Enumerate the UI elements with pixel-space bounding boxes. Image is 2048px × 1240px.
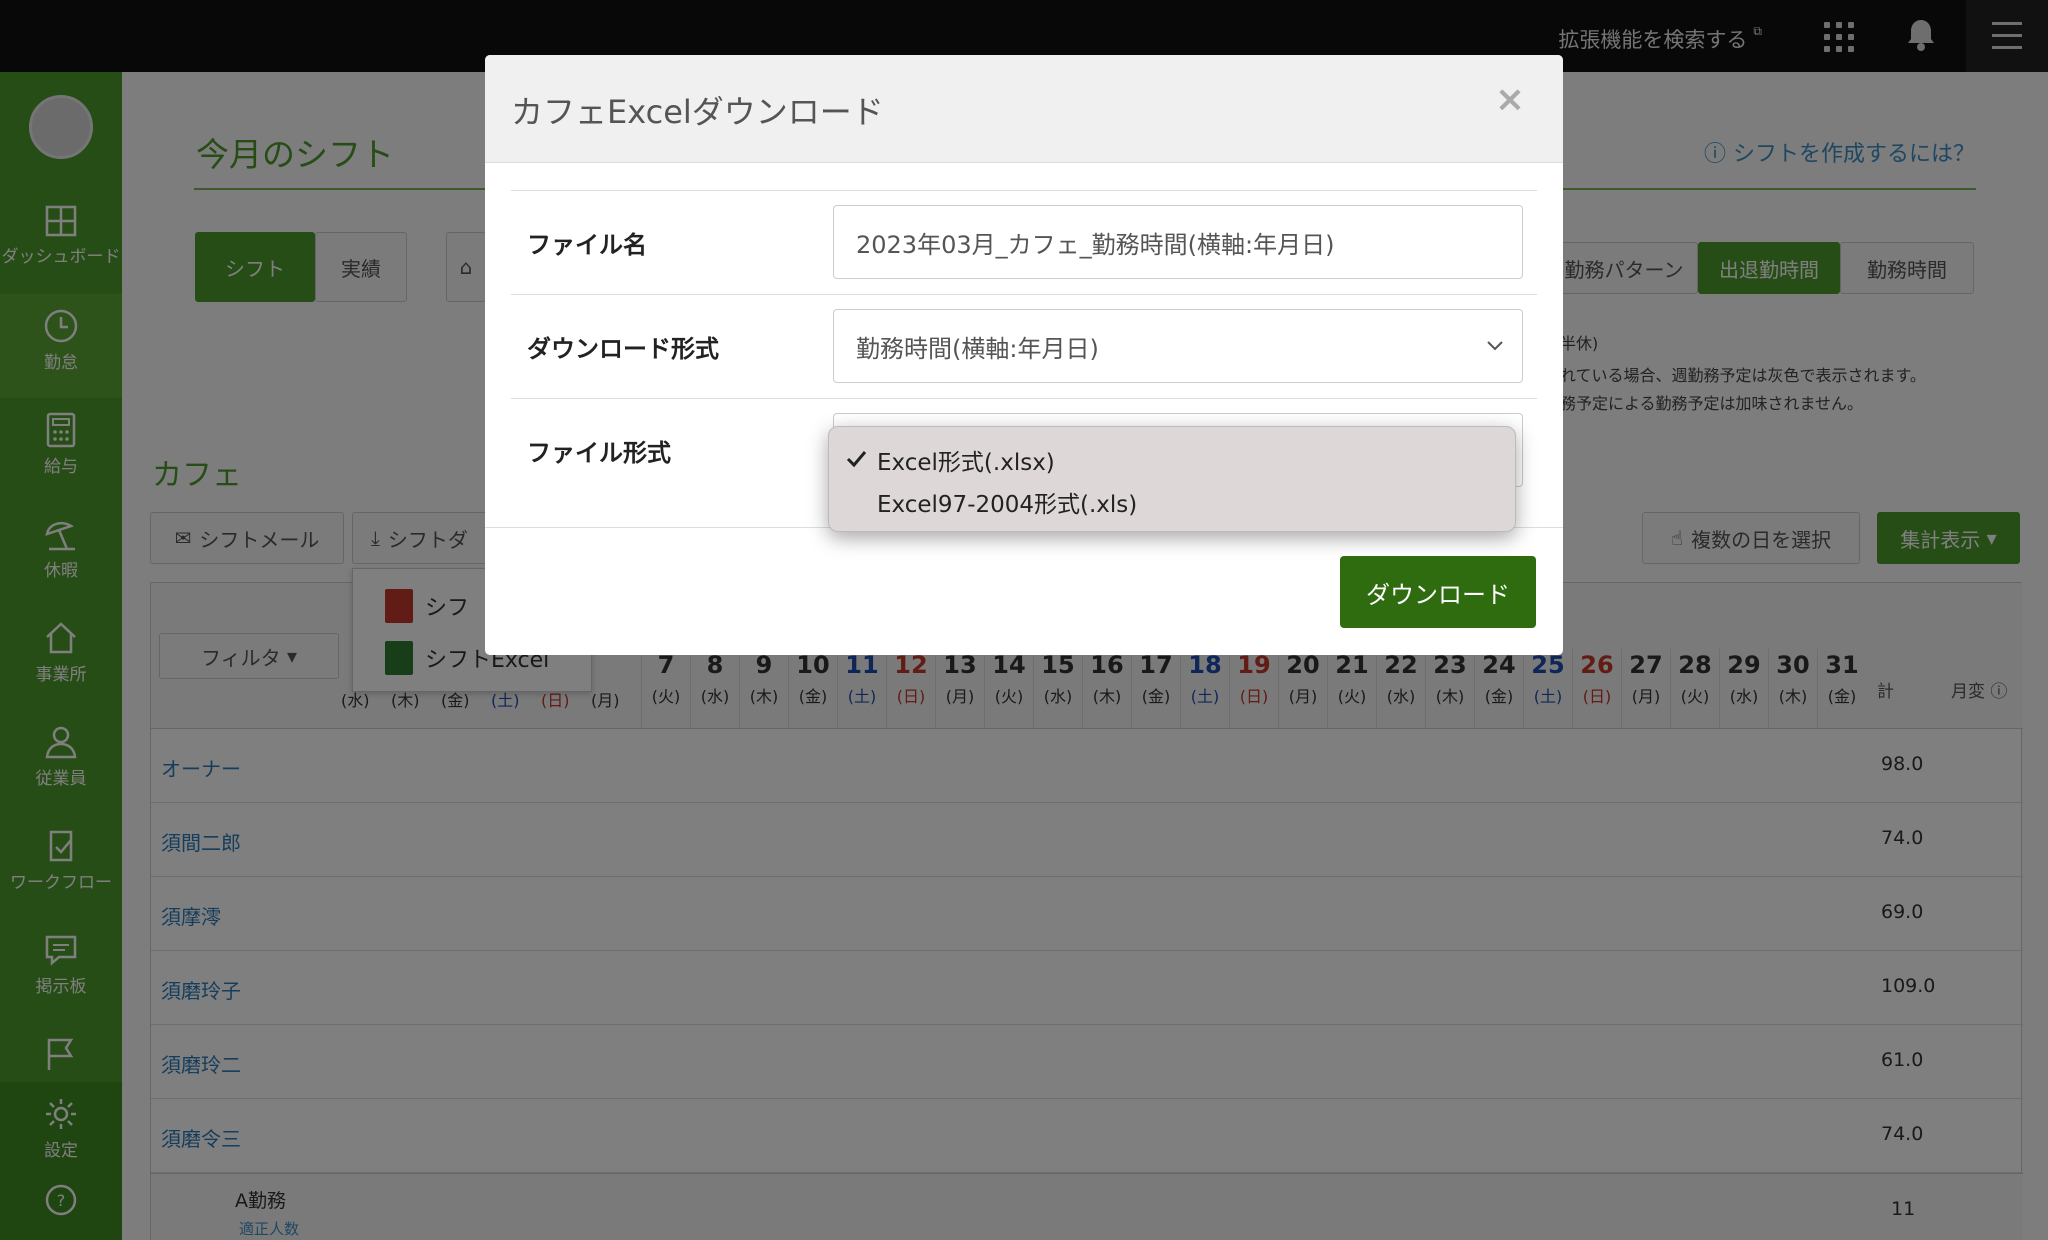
download-format-select[interactable]: 勤務時間(横軸:年月日) [833, 309, 1523, 383]
download-button[interactable]: ダウンロード [1340, 556, 1536, 628]
file-type-options-popup: Excel形式(.xlsx) Excel97-2004形式(.xls) [828, 426, 1516, 532]
filename-input[interactable]: 2023年03月_カフェ_勤務時間(横軸:年月日) [833, 205, 1523, 279]
filename-row: ファイル名 2023年03月_カフェ_勤務時間(横軸:年月日) [511, 190, 1537, 294]
chevron-down-icon [1487, 341, 1503, 351]
checkmark-icon [846, 451, 867, 468]
modal-title: カフェExcelダウンロード [511, 93, 884, 131]
file-type-option-xlsx[interactable]: Excel形式(.xlsx) [877, 443, 1055, 477]
file-type-option-xls[interactable]: Excel97-2004形式(.xls) [877, 485, 1137, 519]
modal-header: カフェExcelダウンロード × [485, 55, 1563, 163]
download-format-row: ダウンロード形式 勤務時間(横軸:年月日) [511, 294, 1537, 398]
download-format-value: 勤務時間(横軸:年月日) [856, 334, 1099, 363]
download-format-label: ダウンロード形式 [527, 335, 719, 363]
modal-footer: ダウンロード [485, 527, 1563, 655]
file-type-label: ファイル形式 [527, 439, 671, 467]
close-icon[interactable]: × [1495, 79, 1525, 120]
filename-label: ファイル名 [527, 231, 647, 259]
excel-download-modal: カフェExcelダウンロード × ファイル名 2023年03月_カフェ_勤務時間… [485, 55, 1563, 655]
